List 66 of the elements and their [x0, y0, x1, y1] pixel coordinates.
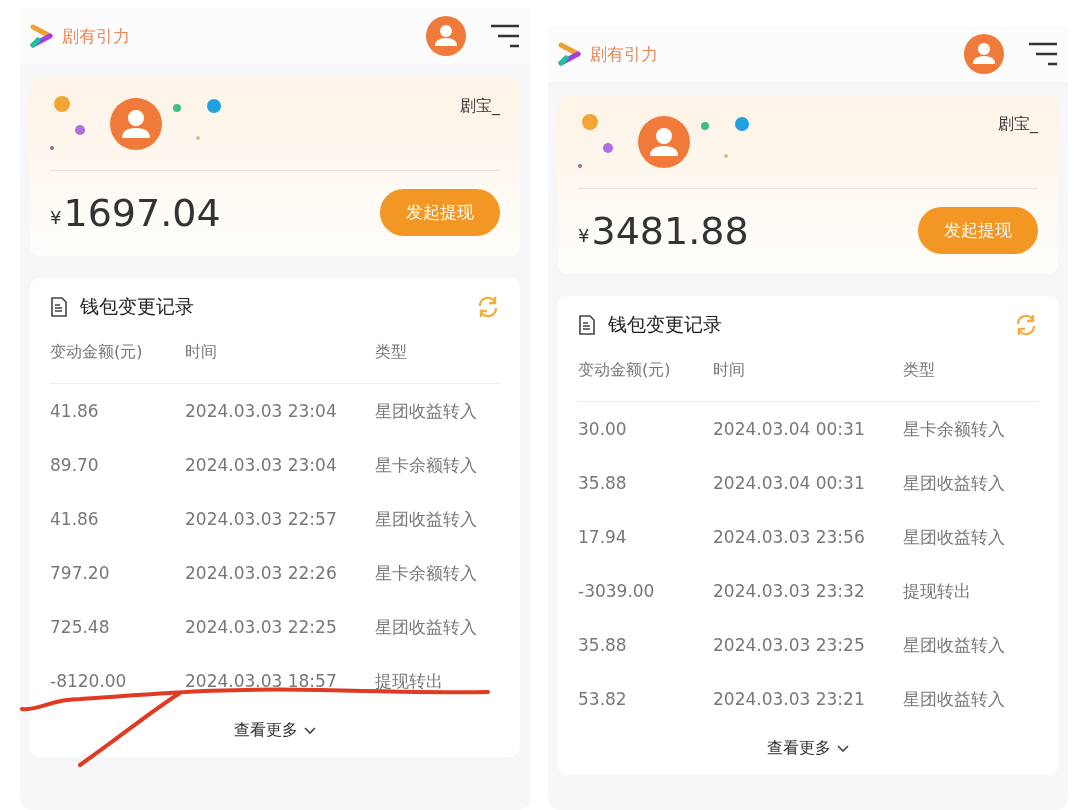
time-cell-text: 2024.03.03 22:26 — [185, 563, 338, 583]
type-cell-text: 星团收益转入 — [375, 615, 478, 639]
type-cell-text: 星团收益转入 — [375, 399, 478, 423]
type-cell-text: 星团收益转入 — [903, 471, 1006, 495]
logo-icon — [558, 42, 582, 66]
time-cell-text: 2024.03.03 23:25 — [713, 635, 866, 655]
amount-cell-text: 35.88 — [578, 635, 628, 655]
amount-cell-text: 53.82 — [578, 689, 628, 709]
column-header: 变动金额(元) — [50, 342, 144, 363]
amount-cell-text: -3039.00 — [578, 581, 656, 601]
time-cell-text: 2024.03.04 00:31 — [713, 473, 866, 493]
amount-cell-text: 41.86 — [50, 509, 100, 529]
amount-cell-text: 725.48 — [50, 617, 111, 637]
amount-cell-text: 30.00 — [578, 419, 628, 439]
avatar-icon[interactable] — [964, 34, 1004, 74]
view-more-link[interactable]: 查看更多 — [761, 732, 855, 765]
type-cell-text: 星团收益转入 — [903, 525, 1006, 549]
type-cell-text: 提现转出 — [903, 579, 972, 603]
type-cell-text: 提现转出 — [375, 669, 444, 693]
time-cell-text: 2024.03.03 22:57 — [185, 509, 338, 529]
avatar-icon[interactable] — [426, 16, 466, 56]
amount-cell-text: 41.86 — [50, 401, 100, 421]
section-title: 钱包变更记录 — [80, 294, 194, 319]
column-header: 类型 — [375, 342, 408, 363]
time-cell-text: 2024.03.03 23:04 — [185, 455, 338, 475]
type-cell-text: 星卡余额转入 — [903, 417, 1006, 441]
document-icon — [50, 297, 68, 317]
time-cell-text: 2024.03.03 23:32 — [713, 581, 866, 601]
section-title: 钱包变更记录 — [608, 312, 722, 337]
view-more-link[interactable]: 查看更多 — [228, 714, 322, 747]
type-cell-text: 星卡余额转入 — [375, 561, 478, 585]
document-icon — [578, 315, 596, 335]
amount-cell-text: 35.88 — [578, 473, 628, 493]
column-header: 时间 — [185, 342, 218, 363]
username: 剧宝_ — [998, 114, 1038, 135]
refresh-icon[interactable] — [1014, 313, 1038, 337]
balance-amount: 1697.04 — [63, 190, 221, 235]
username: 剧宝_ — [460, 96, 500, 117]
amount-cell-text: 89.70 — [50, 455, 100, 475]
time-cell-text: 2024.03.04 00:31 — [713, 419, 866, 439]
column-header: 类型 — [903, 360, 936, 381]
type-cell-text: 星团收益转入 — [375, 507, 478, 531]
currency-symbol: ¥ — [578, 225, 590, 246]
chevron-down-icon — [837, 744, 849, 753]
brand-name: 剧有引力 — [62, 24, 130, 48]
amount-cell-text: 797.20 — [50, 563, 111, 583]
refresh-icon[interactable] — [476, 295, 500, 319]
type-cell-text: 星团收益转入 — [903, 633, 1006, 657]
amount-cell-text: 17.94 — [578, 527, 628, 547]
time-cell-text: 2024.03.03 23:56 — [713, 527, 866, 547]
time-cell-text: 2024.03.03 18:57 — [185, 671, 338, 691]
menu-icon[interactable] — [490, 24, 520, 48]
brand-name: 剧有引力 — [590, 42, 658, 66]
amount-cell-text: -8120.00 — [50, 671, 128, 691]
balance-amount: 3481.88 — [591, 208, 749, 253]
type-cell-text: 星卡余额转入 — [375, 453, 478, 477]
currency-symbol: ¥ — [50, 207, 62, 228]
column-header: 变动金额(元) — [578, 360, 672, 381]
time-cell-text: 2024.03.03 23:21 — [713, 689, 866, 709]
time-cell-text: 2024.03.03 22:25 — [185, 617, 338, 637]
type-cell-text: 星团收益转入 — [903, 687, 1006, 711]
logo-icon — [30, 24, 54, 48]
time-cell-text: 2024.03.03 23:04 — [185, 401, 338, 421]
column-header: 时间 — [713, 360, 746, 381]
menu-icon[interactable] — [1028, 42, 1058, 66]
chevron-down-icon — [304, 726, 316, 735]
